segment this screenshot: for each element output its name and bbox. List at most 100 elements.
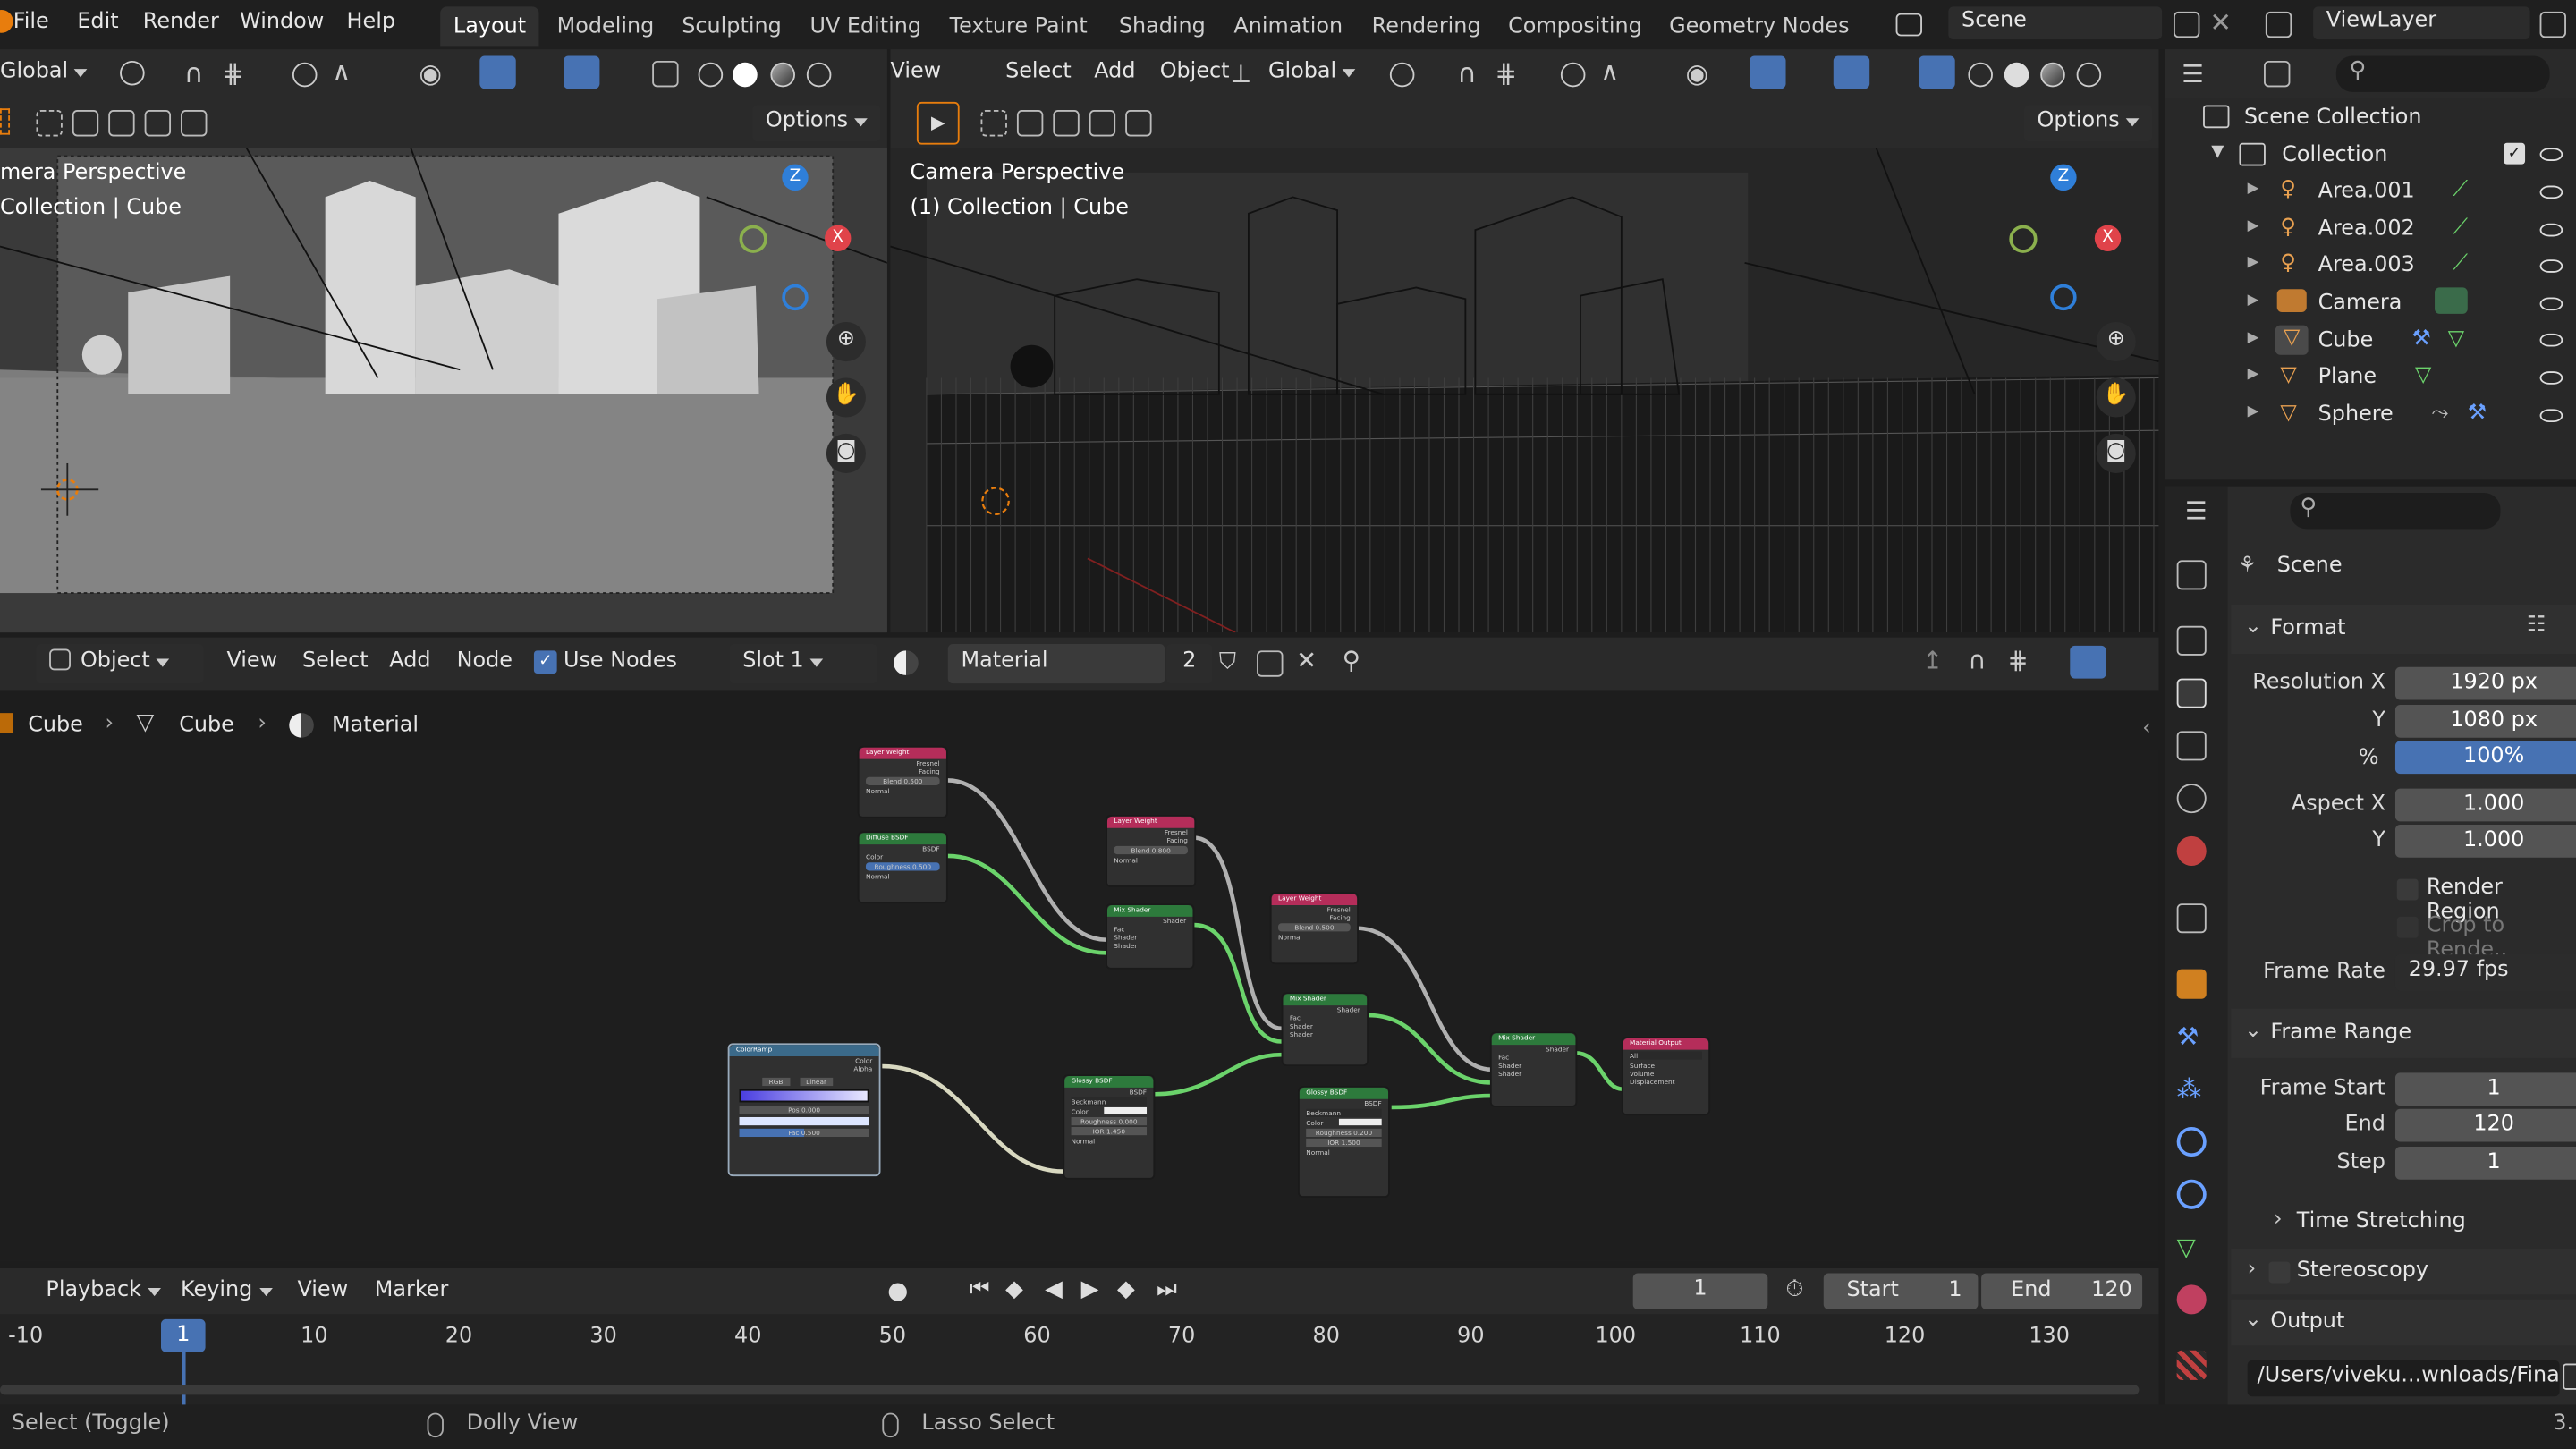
modifiers-tab-icon[interactable]: ⚒ xyxy=(2177,1021,2207,1051)
node-field[interactable]: Pos 0.000 xyxy=(739,1106,869,1114)
node-field[interactable]: Blend 0.500 xyxy=(1277,923,1351,932)
node-menu-view[interactable]: View xyxy=(226,649,277,674)
render-region-checkbox[interactable] xyxy=(2396,878,2419,901)
right-menu-view[interactable]: View xyxy=(891,59,942,84)
node-canvas[interactable]: Layer Weight Fresnel Facing Blend 0.500 … xyxy=(0,716,2159,1262)
scene-selector-icon[interactable] xyxy=(1895,13,1922,37)
node-snap-target-icon[interactable]: ⋕ xyxy=(2007,646,2028,675)
node-field[interactable]: Fac 0.500 xyxy=(739,1128,869,1138)
right-xray-icon[interactable] xyxy=(1919,55,1955,89)
wireframe-shading-icon[interactable] xyxy=(698,62,724,88)
eye-icon[interactable] xyxy=(2539,333,2563,347)
right-pan-hand-icon[interactable]: ✋ xyxy=(2096,377,2136,418)
object-mode-dropdown[interactable]: Object xyxy=(36,643,204,684)
view-layer-tab-icon[interactable] xyxy=(2176,731,2207,761)
crop-checkbox[interactable] xyxy=(2396,916,2419,938)
transform-orientation-icon[interactable]: ⟂ xyxy=(1233,57,1250,90)
right-menu-add[interactable]: Add xyxy=(1094,59,1135,84)
node-field[interactable]: IOR 1.450 xyxy=(1071,1126,1148,1136)
right-select-invert-icon[interactable] xyxy=(1089,110,1116,137)
right-solid-shading-icon[interactable] xyxy=(2004,62,2029,88)
outliner-item-cube[interactable]: Cube xyxy=(2318,328,2374,353)
node-menu-select[interactable]: Select xyxy=(302,649,369,674)
node-overlay-toggle-icon[interactable] xyxy=(2070,645,2106,679)
right-falloff-icon[interactable]: ∧ xyxy=(1600,55,1620,87)
right-overlay-toggle-icon[interactable] xyxy=(1833,55,1870,89)
left-options-button[interactable]: Options xyxy=(752,105,881,141)
gizmo-toggle-icon[interactable] xyxy=(479,55,516,89)
breadcrumb-object[interactable]: Cube xyxy=(28,713,83,738)
select-subtract-icon[interactable] xyxy=(108,110,135,137)
physics-tab-icon[interactable] xyxy=(2176,1126,2207,1157)
frame-end-field[interactable]: 120 xyxy=(2394,1108,2576,1142)
aspect-y-field[interactable]: 1.000 xyxy=(2394,825,2576,858)
eye-icon[interactable] xyxy=(2539,297,2563,311)
snap-icon[interactable]: ∩ xyxy=(184,57,204,89)
menu-render[interactable]: Render xyxy=(143,10,219,35)
node-diffuse-bsdf[interactable]: Diffuse BSDF BSDF Color Roughness 0.500 … xyxy=(857,831,948,904)
constraint-icon[interactable]: ⤳ xyxy=(2431,401,2448,426)
tab-geometry-nodes[interactable]: Geometry Nodes xyxy=(1656,6,1862,46)
node-field[interactable]: Roughness 0.500 xyxy=(865,862,940,871)
resolution-percent-field[interactable]: 100% xyxy=(2394,741,2576,775)
right-zoom-icon[interactable]: ⊕ xyxy=(2096,321,2136,362)
modifier-wrench-icon[interactable]: ⚒ xyxy=(2411,327,2430,352)
timeline-marker-menu[interactable]: Marker xyxy=(375,1278,449,1303)
scene-tab-icon[interactable] xyxy=(2176,784,2207,814)
menu-edit[interactable]: Edit xyxy=(77,10,118,35)
light-data-icon[interactable]: ⟋ xyxy=(2453,177,2468,202)
select-tool-icon[interactable] xyxy=(0,108,11,135)
right-gizmo-x-axis[interactable]: X xyxy=(2094,225,2122,252)
slot-dropdown[interactable]: Slot 1 xyxy=(729,643,877,684)
expand-arrow-icon[interactable]: ▶ xyxy=(2248,255,2259,271)
outliner-item-sphere[interactable]: Sphere xyxy=(2318,402,2394,428)
expand-arrow-icon[interactable]: ▶ xyxy=(2248,181,2259,197)
time-stretching-panel[interactable]: Time Stretching xyxy=(2297,1209,2466,1234)
frame-rate-dropdown[interactable]: 29.97 fps xyxy=(2394,954,2576,991)
tab-texture-paint[interactable]: Texture Paint xyxy=(936,6,1100,46)
right-3d-viewport[interactable]: Camera Perspective (1) Collection | Cube… xyxy=(890,148,2159,633)
node-material-output[interactable]: Material Output All Surface Volume Displ… xyxy=(1621,1036,1711,1116)
outliner-editor-type-icon[interactable]: ☰ xyxy=(2182,59,2204,89)
resolution-y-field[interactable]: 1080 px xyxy=(2394,704,2576,738)
right-gizmo-y-axis[interactable] xyxy=(2009,225,2038,253)
tab-shading[interactable]: Shading xyxy=(1106,6,1218,46)
falloff-icon[interactable]: ∧ xyxy=(332,55,352,87)
unlink-material-icon[interactable]: ✕ xyxy=(1296,646,1317,675)
select-invert-icon[interactable] xyxy=(144,110,172,137)
expand-arrow-icon[interactable]: ▼ xyxy=(2211,143,2224,161)
mesh-data-icon[interactable]: ▽ xyxy=(2415,363,2431,388)
right-orientation-dropdown[interactable]: Global xyxy=(1268,59,1357,84)
presets-list-icon[interactable]: ☷ xyxy=(2527,613,2546,638)
tab-sculpting[interactable]: Sculpting xyxy=(669,6,795,46)
right-options-button[interactable]: Options xyxy=(2023,105,2153,141)
timeline-keying-menu[interactable]: Keying xyxy=(181,1278,273,1303)
right-snap-target-icon[interactable]: ⋕ xyxy=(1495,57,1517,89)
gizmo-x-axis[interactable]: X xyxy=(825,225,852,252)
expand-chevron-icon[interactable]: › xyxy=(2248,1257,2257,1282)
material-shading-icon[interactable] xyxy=(770,62,795,88)
node-mix-shader-2[interactable]: Mix Shader Shader Fac Shader Shader xyxy=(1281,992,1368,1067)
right-select-extend-icon[interactable] xyxy=(1016,110,1044,137)
expand-arrow-icon[interactable]: ▶ xyxy=(2248,404,2259,420)
parent-node-tree-icon[interactable]: ↥ xyxy=(1922,646,1943,675)
right-gizmo-z-axis[interactable]: Z xyxy=(2050,164,2077,191)
right-camera-view-icon[interactable]: ◙ xyxy=(2096,433,2136,473)
color-ramp-gradient[interactable] xyxy=(739,1089,869,1103)
node-snap-icon[interactable]: ∩ xyxy=(1968,646,1986,675)
eye-icon[interactable] xyxy=(2539,259,2563,273)
fake-user-shield-icon[interactable]: ⛉ xyxy=(1219,649,1236,675)
node-mix-shader-3[interactable]: Mix Shader Shader Fac Shader Shader xyxy=(1489,1031,1578,1107)
node-field[interactable]: RGB xyxy=(762,1077,790,1087)
tab-rendering[interactable]: Rendering xyxy=(1359,6,1494,46)
gizmo-y-axis[interactable] xyxy=(739,225,767,253)
view-layer-icon[interactable] xyxy=(2265,11,2292,38)
node-field[interactable]: Blend 0.500 xyxy=(865,776,940,785)
right-rendered-shading-icon[interactable] xyxy=(2076,62,2102,88)
preview-range-icon[interactable]: ⏱ xyxy=(1786,1276,1804,1302)
world-tab-icon[interactable] xyxy=(2176,835,2207,866)
color-ramp-swatch[interactable] xyxy=(739,1116,869,1126)
pivot-icon[interactable] xyxy=(120,60,145,86)
node-sidebar-toggle-icon[interactable]: ‹ xyxy=(2142,716,2151,741)
modifier-wrench-icon[interactable]: ⚒ xyxy=(2468,401,2487,426)
